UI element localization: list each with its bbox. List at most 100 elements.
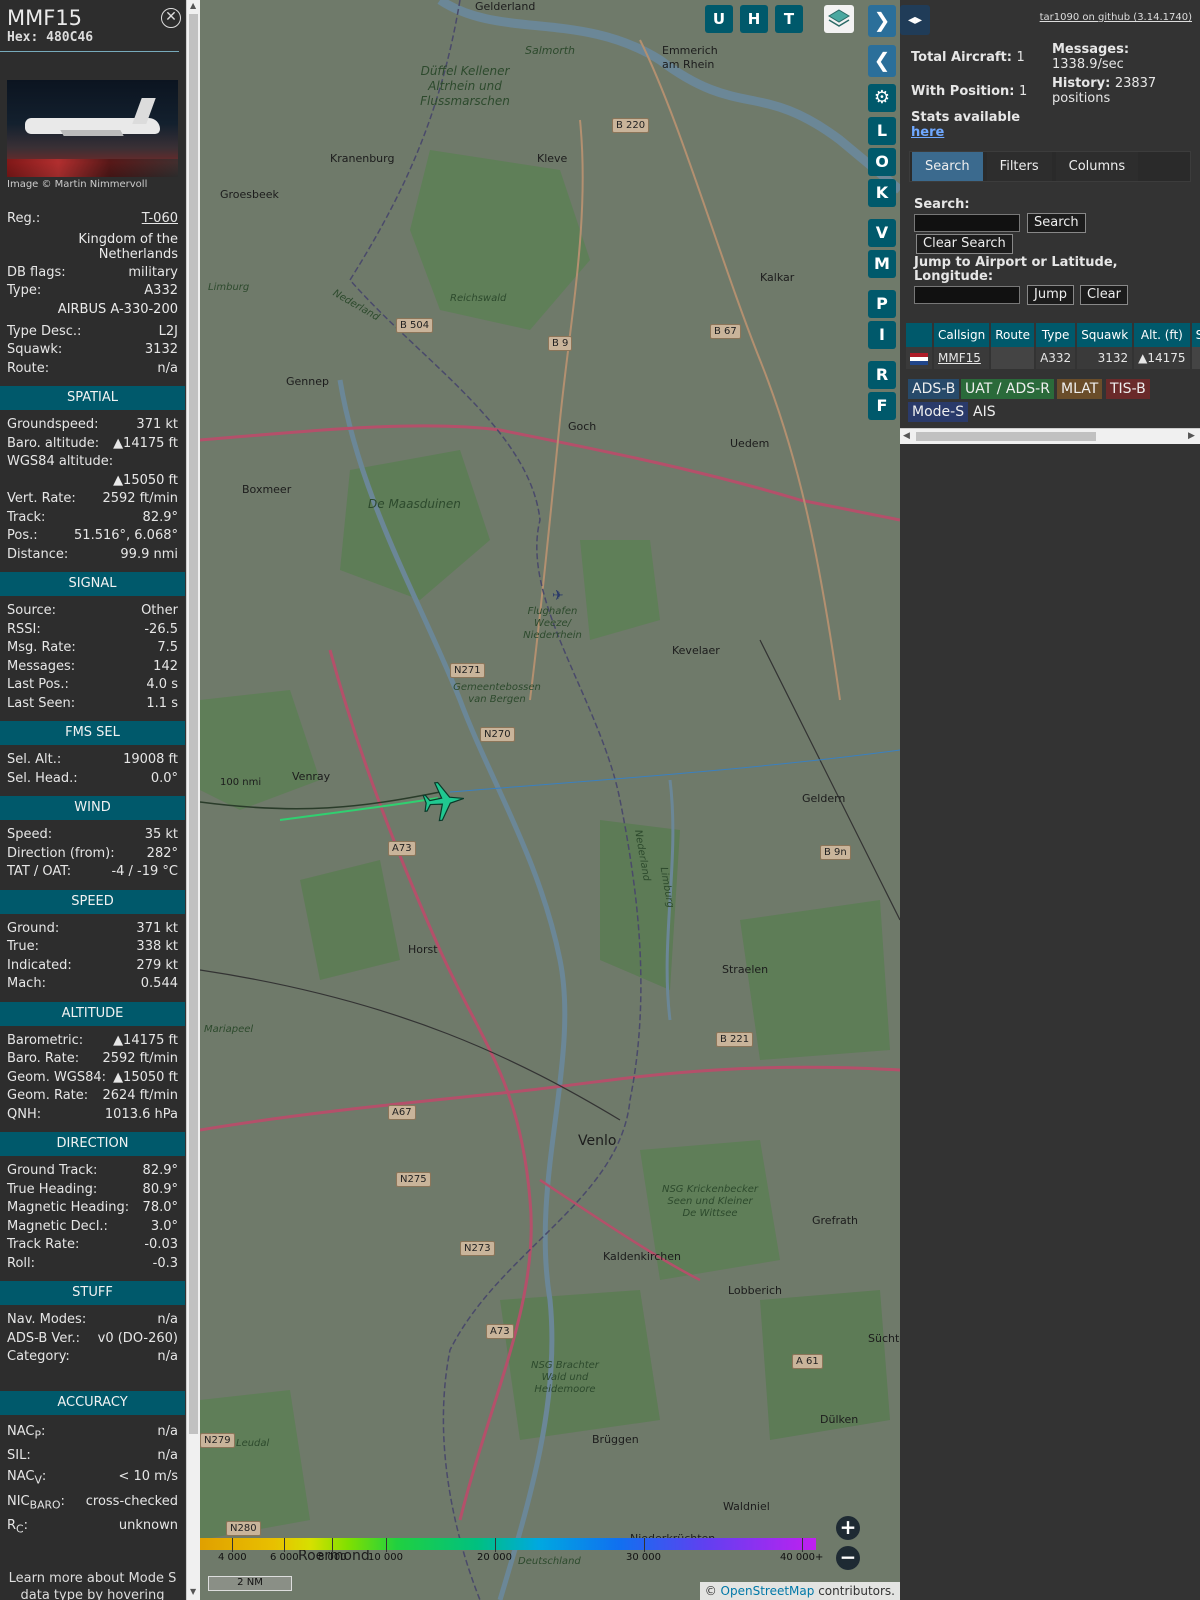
selected-aircraft-icon[interactable]	[420, 778, 466, 824]
table-horizontal-scrollbar[interactable]: ◀ ▶	[900, 428, 1200, 444]
info-row: RC: unknown	[7, 1518, 178, 1536]
jump-button[interactable]: Jump	[1027, 285, 1074, 305]
scroll-down-icon[interactable]: ▼	[190, 1588, 196, 1596]
col-squawk[interactable]: Squawk	[1076, 323, 1135, 347]
button-l[interactable]: L	[868, 117, 896, 145]
tab-filters[interactable]: Filters	[986, 152, 1052, 181]
map-view[interactable]: Gelderland Salmorth Emmerich am Rhein Dü…	[200, 0, 900, 1600]
info-row: Mach: 0.544	[7, 976, 178, 991]
info-row: Magnetic Decl.: 3.0°	[7, 1218, 178, 1234]
source-adsb[interactable]: ADS-B	[908, 379, 960, 399]
info-row: Pos.: 51.516°, 6.068°	[7, 528, 178, 543]
button-t[interactable]: T	[775, 5, 803, 33]
col-alt[interactable]: Alt. (ft)	[1133, 323, 1192, 347]
map-place-label: Straelen	[722, 963, 769, 976]
country: Kingdom of the Netherlands	[78, 231, 178, 262]
col-spd[interactable]: Spd	[1190, 323, 1200, 347]
chevron-left-icon[interactable]: ❮	[868, 45, 896, 77]
registration-link[interactable]: T-060	[142, 210, 178, 229]
map-place-label: Grefrath	[812, 1214, 858, 1227]
info-row: Sel. Head.: 0.0°	[7, 770, 178, 786]
table-row[interactable]: MMF15 A332 3132 ▲14175	[906, 347, 1200, 369]
reg-row: Reg.: T-060	[0, 210, 185, 229]
road-badge: N279	[200, 1433, 235, 1448]
button-h[interactable]: H	[740, 5, 768, 33]
button-o[interactable]: O	[868, 148, 896, 176]
source-uat[interactable]: UAT / ADS-R	[961, 379, 1054, 399]
info-row: Route: n/a	[7, 360, 178, 376]
scroll-right-icon[interactable]: ▶	[1188, 431, 1195, 441]
map-place-label: Boxmeer	[242, 483, 292, 496]
map-place-label: Uedem	[730, 437, 770, 450]
info-row: Messages: 142	[7, 658, 178, 674]
range-ring-label: 100 nmi	[220, 777, 262, 788]
chevron-right-icon[interactable]: ❯	[868, 5, 896, 37]
tab-columns[interactable]: Columns	[1055, 152, 1139, 181]
info-panel-scrollbar[interactable]: ▲ ▼	[186, 0, 200, 1600]
map-place-label: Düffel Kellener Altrhein und Flussmarsch…	[420, 64, 510, 108]
messages-rate: Messages: 1338.9/sec	[1052, 42, 1130, 72]
button-r[interactable]: R	[868, 361, 896, 389]
github-link[interactable]: tar1090 on github (3.14.1740)	[1040, 12, 1192, 23]
col-flag[interactable]	[906, 323, 934, 347]
info-row: Nav. Modes: n/a	[7, 1312, 178, 1327]
map-place-label: Horst	[408, 943, 438, 956]
map-place-label: Gennep	[286, 375, 329, 388]
stats-link[interactable]: here	[911, 125, 1020, 140]
scroll-up-icon[interactable]: ▲	[190, 2, 196, 10]
scroll-thumb[interactable]	[189, 14, 198, 1434]
clear-search-button[interactable]: Clear Search	[916, 234, 1013, 254]
col-callsign[interactable]: Callsign	[933, 323, 992, 347]
zoom-out-button[interactable]: −	[836, 1546, 860, 1570]
button-i[interactable]: I	[868, 321, 896, 349]
type-full: AIRBUS A-330-200	[57, 301, 178, 317]
osm-link[interactable]: OpenStreetMap	[721, 1584, 815, 1598]
selected-callsign: MMF15	[7, 6, 83, 30]
gear-icon[interactable]: ⚙	[868, 84, 896, 112]
source-mlat[interactable]: MLAT	[1057, 379, 1103, 399]
button-v[interactable]: V	[868, 219, 896, 247]
road-badge: A67	[388, 1105, 416, 1120]
layers-icon[interactable]	[824, 5, 854, 33]
map-place-label: Mariapeel	[204, 1024, 254, 1035]
source-tisb[interactable]: TIS-B	[1106, 379, 1150, 399]
aircraft-photo[interactable]	[7, 80, 178, 177]
source-ais[interactable]: AIS	[969, 402, 1000, 422]
button-m[interactable]: M	[868, 250, 896, 278]
scroll-thumb[interactable]	[916, 432, 1096, 441]
col-type[interactable]: Type	[1035, 323, 1078, 347]
button-u[interactable]: U	[705, 5, 733, 33]
clear-button[interactable]: Clear	[1080, 285, 1128, 305]
col-route[interactable]: Route	[990, 323, 1037, 347]
map-place-label: Gelderland	[475, 0, 536, 13]
row-type: A332	[1035, 347, 1078, 369]
search-button[interactable]: Search	[1027, 213, 1086, 233]
hex-value: 480C46	[46, 30, 94, 45]
close-icon[interactable]: ✕	[161, 8, 181, 28]
map-place-label: Süchteln	[868, 1332, 900, 1345]
map-place-label: Flughafen Weeze/ Niederrhein	[523, 606, 582, 641]
info-row: Sel. Alt.: 19008 ft	[7, 752, 178, 767]
button-k[interactable]: K	[868, 179, 896, 207]
map-place-label: Limburg	[208, 282, 250, 293]
expand-collapse-icon[interactable]: ◂▸	[900, 5, 930, 35]
info-row: RSSI: -26.5	[7, 621, 178, 637]
info-row: NICBARO: cross-checked	[7, 1493, 178, 1512]
info-row: Track Rate: -0.03	[7, 1237, 178, 1252]
search-input[interactable]	[914, 214, 1020, 232]
info-row: Direction (from): 282°	[7, 845, 178, 861]
info-row: ADS-B Ver.: v0 (DO-260)	[7, 1330, 178, 1346]
scroll-left-icon[interactable]: ◀	[903, 431, 910, 441]
map-place-label: Geldern	[802, 792, 846, 805]
row-callsign[interactable]: MMF15	[933, 347, 992, 369]
source-modes[interactable]: Mode-S	[908, 402, 969, 422]
map-place-label: De Maasduinen	[368, 497, 461, 511]
tab-search[interactable]: Search	[912, 152, 983, 181]
colorbar-tick: 30 000	[626, 1538, 661, 1563]
info-row: Geom. WGS84: ▲15050 ft	[7, 1069, 178, 1085]
info-row: Track: 82.9°	[7, 509, 178, 525]
button-p[interactable]: P	[868, 290, 896, 318]
zoom-in-button[interactable]: +	[836, 1516, 860, 1540]
jump-input[interactable]	[914, 286, 1020, 304]
button-f[interactable]: F	[868, 392, 896, 420]
